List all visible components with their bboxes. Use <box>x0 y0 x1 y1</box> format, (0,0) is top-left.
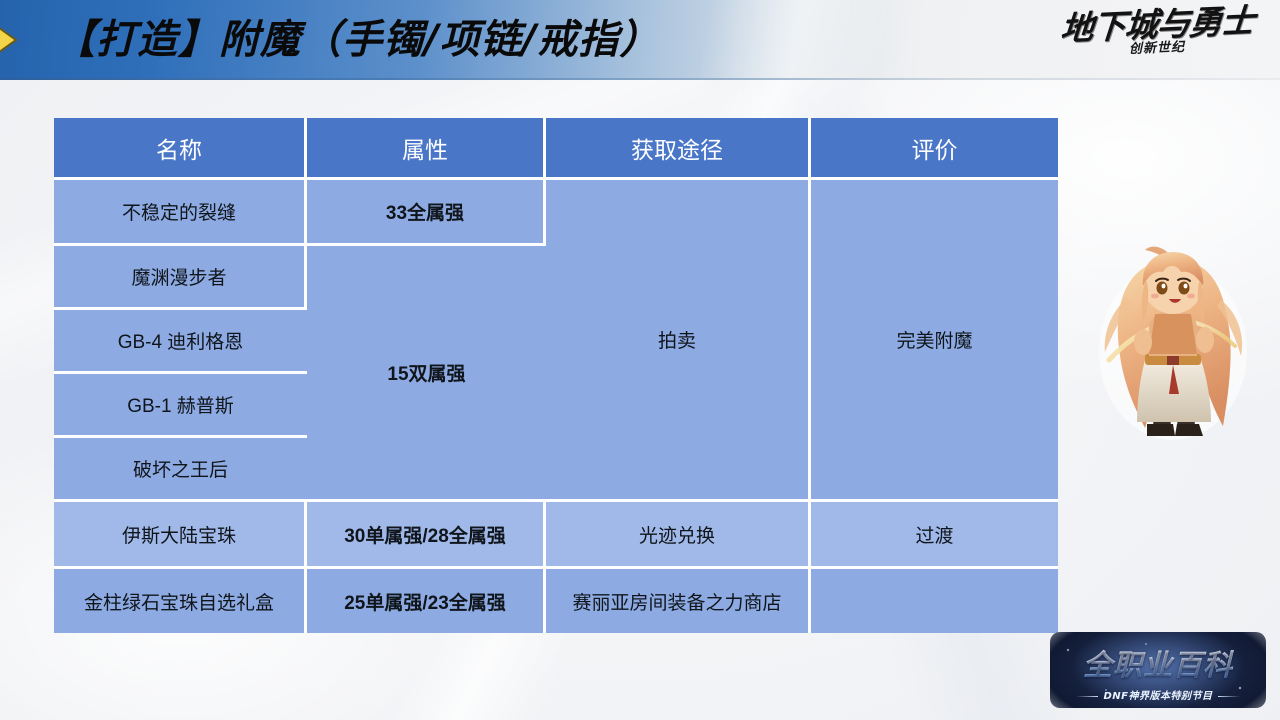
cell-attribute: 25单属强/23全属强 <box>307 569 546 633</box>
cell-rating: 过渡 <box>811 502 1058 569</box>
cell-source: 赛丽亚房间装备之力商店 <box>546 569 811 633</box>
banner-underline <box>0 78 1280 80</box>
cell-name: 破坏之王后 <box>54 438 307 502</box>
column-header-attr: 属性 <box>307 118 546 180</box>
table-header-row: 名称 属性 获取途径 评价 <box>54 118 1058 180</box>
cell-rating: 完美附魔 <box>811 180 1058 502</box>
cell-attribute: 33全属强 <box>307 180 546 246</box>
enchant-table: 名称 属性 获取途径 评价 不稳定的裂缝 33全属强 拍卖 完美附魔 魔渊漫步者 15双属… <box>54 118 1058 633</box>
show-logo: 全职业百科 DNF神界版本特别节目 <box>1050 632 1266 708</box>
table-row: 伊斯大陆宝珠 30单属强/28全属强 光迹兑换 过渡 <box>54 502 1058 569</box>
table-row: 金柱绿石宝珠自选礼盒 25单属强/23全属强 赛丽亚房间装备之力商店 <box>54 569 1058 633</box>
cell-attribute: 30单属强/28全属强 <box>307 502 546 569</box>
cell-name: 不稳定的裂缝 <box>54 180 307 246</box>
column-header-name: 名称 <box>54 118 307 180</box>
cell-source: 拍卖 <box>546 180 811 502</box>
cell-name: 魔渊漫步者 <box>54 246 307 310</box>
cell-rating <box>811 569 1058 633</box>
cell-name: 金柱绿石宝珠自选礼盒 <box>54 569 307 633</box>
table-body: 不稳定的裂缝 33全属强 拍卖 完美附魔 魔渊漫步者 15双属强 GB-4 迪利格恩 GB-1… <box>54 180 1058 633</box>
chibi-character <box>1099 246 1247 440</box>
enchant-table-wrapper: 名称 属性 获取途径 评价 不稳定的裂缝 33全属强 拍卖 完美附魔 魔渊漫步者 15双属… <box>54 118 1058 633</box>
column-header-source: 获取途径 <box>546 118 811 180</box>
show-logo-sub: DNF神界版本特别节目 <box>1050 687 1266 702</box>
page-title: 【打造】附魔（手镯/项链/戒指） <box>55 17 661 63</box>
game-logo: 地下城与勇士 创新世纪 <box>1050 1 1264 78</box>
table-row: 不稳定的裂缝 33全属强 拍卖 完美附魔 <box>54 180 1058 502</box>
header-banner: 【打造】附魔（手镯/项链/戒指） 地下城与勇士 创新世纪 <box>0 0 1280 80</box>
cell-name: 伊斯大陆宝珠 <box>54 502 307 569</box>
show-logo-main: 全职业百科 <box>1050 642 1266 684</box>
column-header-rating: 评价 <box>811 118 1058 180</box>
cell-name: GB-1 赫普斯 <box>54 374 307 438</box>
chevron-right-icon <box>0 27 18 53</box>
cell-attribute: 15双属强 <box>307 246 546 502</box>
cell-name: GB-4 迪利格恩 <box>54 310 307 374</box>
cell-source: 光迹兑换 <box>546 502 811 569</box>
